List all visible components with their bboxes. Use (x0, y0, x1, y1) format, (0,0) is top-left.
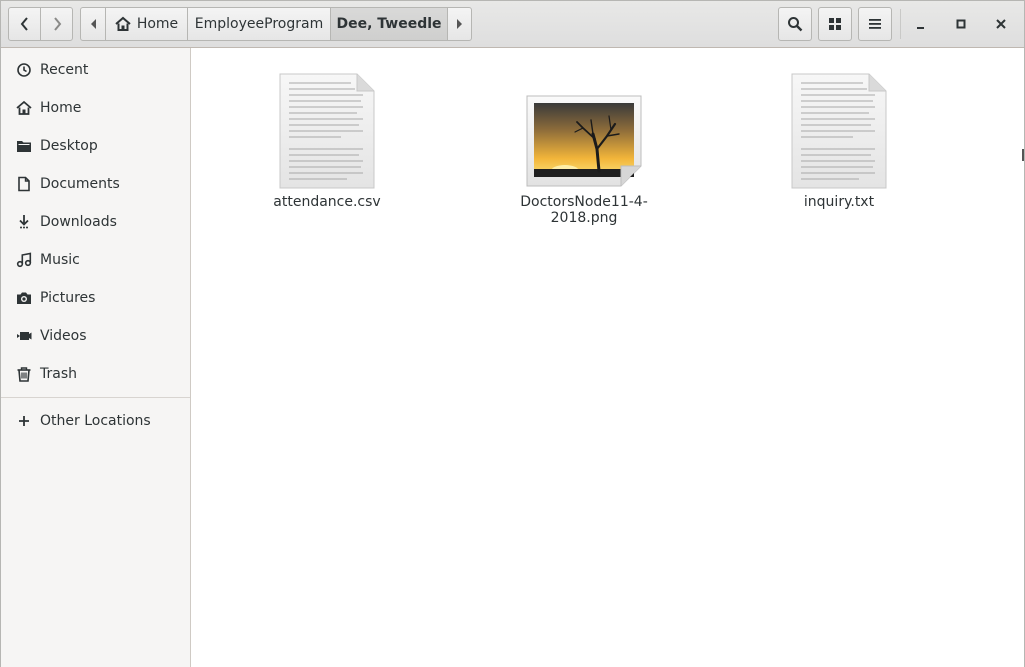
sidebar-item-documents[interactable]: Documents (1, 165, 190, 203)
sidebar-item-label: Videos (40, 328, 87, 344)
breadcrumb-label: Dee, Tweedle (336, 16, 442, 32)
camera-icon (16, 290, 32, 306)
breadcrumb-home[interactable]: Home (105, 7, 188, 41)
path-scroll-left-button[interactable] (80, 7, 106, 41)
breadcrumb-label: EmployeeProgram (194, 16, 324, 32)
breadcrumb-employeeprogram[interactable]: EmployeeProgram (187, 7, 331, 41)
sidebar-item-desktop[interactable]: Desktop (1, 127, 190, 165)
back-button[interactable] (8, 7, 41, 41)
forward-icon (53, 17, 61, 31)
view-toggle-button[interactable] (818, 7, 852, 41)
sidebar: Recent Home Desktop Documents Downloads (1, 48, 191, 667)
grid-view-icon (829, 18, 841, 30)
sidebar-item-other-locations[interactable]: Other Locations (1, 402, 190, 440)
sidebar-item-trash[interactable]: Trash (1, 355, 190, 393)
header-bar: Home EmployeeProgram Dee, Tweedle (1, 1, 1024, 48)
file-name: attendance.csv (273, 194, 381, 210)
breadcrumb-current-folder[interactable]: Dee, Tweedle (330, 7, 448, 41)
text-file-icon (791, 73, 887, 189)
forward-button[interactable] (40, 7, 73, 41)
sidebar-separator (1, 397, 190, 398)
maximize-button[interactable] (944, 7, 978, 41)
header-separator (900, 9, 901, 39)
image-file-icon (526, 95, 642, 187)
minimize-icon (917, 27, 924, 29)
sidebar-item-music[interactable]: Music (1, 241, 190, 279)
sidebar-item-label: Documents (40, 176, 120, 192)
plus-icon (16, 413, 32, 429)
document-icon (16, 176, 32, 192)
arrow-right-icon (457, 19, 462, 29)
sidebar-item-home[interactable]: Home (1, 89, 190, 127)
sidebar-item-downloads[interactable]: Downloads (1, 203, 190, 241)
file-item[interactable]: attendance.csv (232, 66, 422, 216)
sidebar-item-label: Downloads (40, 214, 117, 230)
home-icon (16, 100, 32, 116)
scrollbar-indicator[interactable] (1022, 149, 1024, 161)
sidebar-item-videos[interactable]: Videos (1, 317, 190, 355)
home-icon (115, 16, 131, 31)
path-bar: Home EmployeeProgram Dee, Tweedle (80, 7, 474, 41)
maximize-icon (956, 19, 966, 29)
file-item[interactable]: DoctorsNode11-4-2018.png (489, 66, 679, 226)
back-icon (20, 17, 28, 31)
menu-button[interactable] (858, 7, 892, 41)
sidebar-item-label: Pictures (40, 290, 96, 306)
sidebar-item-label: Music (40, 252, 80, 268)
folder-icon (16, 138, 32, 154)
music-icon (16, 252, 32, 268)
search-icon (788, 17, 803, 32)
close-button[interactable] (984, 7, 1018, 41)
text-file-icon (279, 73, 375, 189)
file-item[interactable]: inquiry.txt (744, 66, 934, 216)
breadcrumb-label: Home (136, 16, 179, 32)
video-icon (16, 328, 32, 344)
navigation-buttons (8, 7, 74, 41)
sidebar-item-pictures[interactable]: Pictures (1, 279, 190, 317)
sidebar-item-label: Home (40, 100, 82, 116)
file-manager-window: Home EmployeeProgram Dee, Tweedle Recent… (0, 0, 1025, 667)
path-scroll-right-button[interactable] (447, 7, 472, 41)
sidebar-item-label: Trash (40, 366, 77, 382)
sidebar-item-label: Recent (40, 62, 89, 78)
hamburger-menu-icon (869, 19, 881, 29)
trash-icon (16, 366, 32, 382)
close-icon (996, 19, 1006, 29)
sidebar-item-recent[interactable]: Recent (1, 51, 190, 89)
file-view: attendance.csv DoctorsNode11-4-2018.png … (191, 48, 1024, 667)
download-icon (16, 214, 32, 230)
search-button[interactable] (778, 7, 812, 41)
arrow-left-icon (90, 19, 96, 29)
sidebar-item-label: Desktop (40, 138, 98, 154)
file-name: DoctorsNode11-4-2018.png (520, 194, 648, 226)
sidebar-item-label: Other Locations (40, 413, 151, 429)
file-name: inquiry.txt (803, 194, 875, 210)
minimize-button[interactable] (904, 7, 938, 41)
clock-icon (16, 62, 32, 78)
